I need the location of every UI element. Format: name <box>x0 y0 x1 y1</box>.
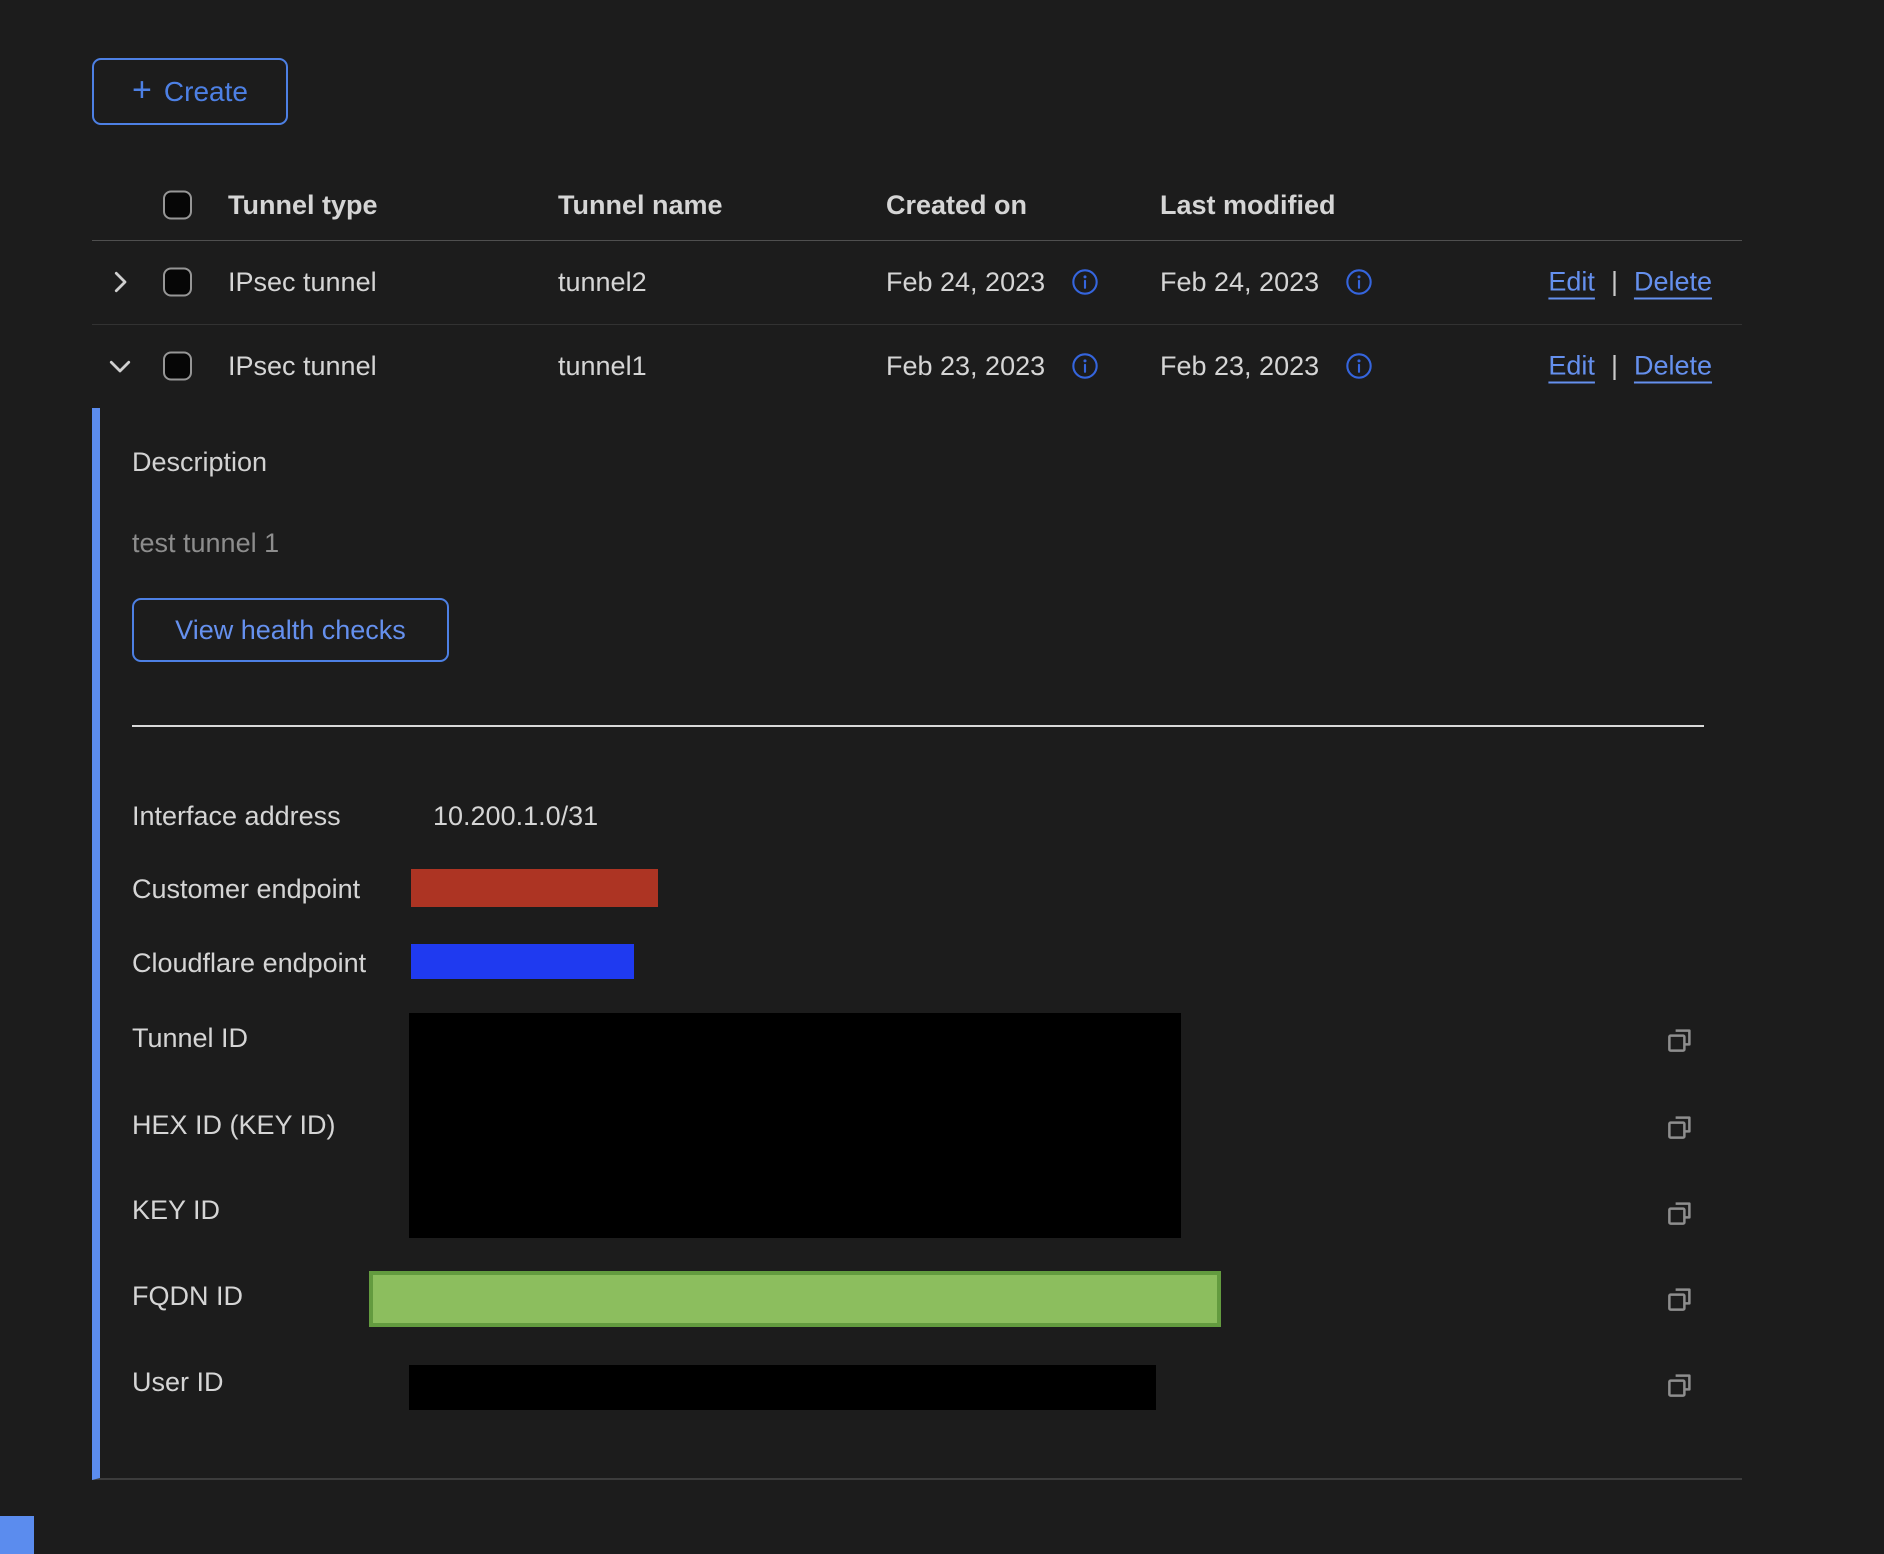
copy-fqdn-id-button[interactable] <box>1663 1282 1697 1316</box>
copy-icon <box>1665 1370 1695 1400</box>
info-circle-icon[interactable] <box>1345 352 1373 380</box>
info-circle-icon[interactable] <box>1071 352 1099 380</box>
tunnel-type-cell: IPsec tunnel <box>228 349 377 383</box>
copy-icon <box>1665 1284 1695 1314</box>
tunnel-type-cell: IPsec tunnel <box>228 265 377 299</box>
edit-link[interactable]: Edit <box>1548 351 1595 382</box>
fqdn-id-label: FQDN ID <box>132 1279 243 1313</box>
created-on-cell: Feb 24, 2023 <box>886 265 1045 299</box>
user-id-label: User ID <box>132 1365 224 1399</box>
table-header: Tunnel type Tunnel name Created on Last … <box>92 170 1742 241</box>
copy-user-id-button[interactable] <box>1663 1368 1697 1402</box>
section-divider <box>132 725 1704 727</box>
customer-endpoint-label: Customer endpoint <box>132 872 360 906</box>
fqdn-id-redaction <box>369 1271 1221 1327</box>
create-button[interactable]: + Create <box>92 58 288 125</box>
expand-row-button[interactable] <box>102 264 138 300</box>
table-row: IPsec tunnel tunnel2 Feb 24, 2023 Feb 24… <box>92 240 1742 325</box>
customer-endpoint-redaction <box>411 869 658 907</box>
interface-address-value: 10.200.1.0/31 <box>433 799 598 833</box>
select-all-checkbox[interactable] <box>163 191 192 220</box>
table-row-expanded: IPsec tunnel tunnel1 Feb 23, 2023 Feb 23… <box>92 324 1742 408</box>
tunnel-name-cell: tunnel2 <box>558 265 647 299</box>
view-health-checks-button[interactable]: View health checks <box>132 598 449 662</box>
tunnel-detail-panel: Description test tunnel 1 View health ch… <box>92 408 1742 1480</box>
create-button-label: Create <box>164 76 248 108</box>
key-id-label: KEY ID <box>132 1193 220 1227</box>
hex-id-label: HEX ID (KEY ID) <box>132 1108 336 1142</box>
info-circle-icon[interactable] <box>1071 268 1099 296</box>
copy-icon <box>1665 1198 1695 1228</box>
copy-tunnel-id-button[interactable] <box>1663 1023 1697 1057</box>
action-separator: | <box>1611 351 1618 382</box>
action-separator: | <box>1611 267 1618 298</box>
last-modified-cell: Feb 24, 2023 <box>1160 265 1319 299</box>
row-checkbox[interactable] <box>163 352 192 381</box>
cloudflare-endpoint-redaction <box>411 944 634 979</box>
row-checkbox[interactable] <box>163 268 192 297</box>
header-tunnel-name: Tunnel name <box>558 188 723 222</box>
copy-hex-id-button[interactable] <box>1663 1110 1697 1144</box>
header-created-on: Created on <box>886 188 1027 222</box>
corner-accent <box>0 1516 34 1554</box>
tunnel-name-cell: tunnel1 <box>558 349 647 383</box>
delete-link[interactable]: Delete <box>1634 351 1712 382</box>
copy-icon <box>1665 1025 1695 1055</box>
info-circle-icon[interactable] <box>1345 268 1373 296</box>
plus-icon: + <box>132 73 152 107</box>
description-label: Description <box>132 445 267 479</box>
delete-link[interactable]: Delete <box>1634 267 1712 298</box>
collapse-row-button[interactable] <box>102 348 138 384</box>
ids-redaction <box>409 1013 1181 1238</box>
user-id-redaction <box>409 1365 1156 1410</box>
ipsec-tunnels-page: + Create Tunnel type Tunnel name Created… <box>0 0 1884 1554</box>
chevron-right-icon <box>105 267 135 297</box>
header-last-modified: Last modified <box>1160 188 1336 222</box>
copy-icon <box>1665 1112 1695 1142</box>
cloudflare-endpoint-label: Cloudflare endpoint <box>132 946 366 980</box>
edit-link[interactable]: Edit <box>1548 267 1595 298</box>
chevron-down-icon <box>105 351 135 381</box>
tunnel-id-label: Tunnel ID <box>132 1021 248 1055</box>
copy-key-id-button[interactable] <box>1663 1196 1697 1230</box>
description-value: test tunnel 1 <box>132 526 279 560</box>
created-on-cell: Feb 23, 2023 <box>886 349 1045 383</box>
interface-address-label: Interface address <box>132 799 341 833</box>
header-tunnel-type: Tunnel type <box>228 188 378 222</box>
last-modified-cell: Feb 23, 2023 <box>1160 349 1319 383</box>
